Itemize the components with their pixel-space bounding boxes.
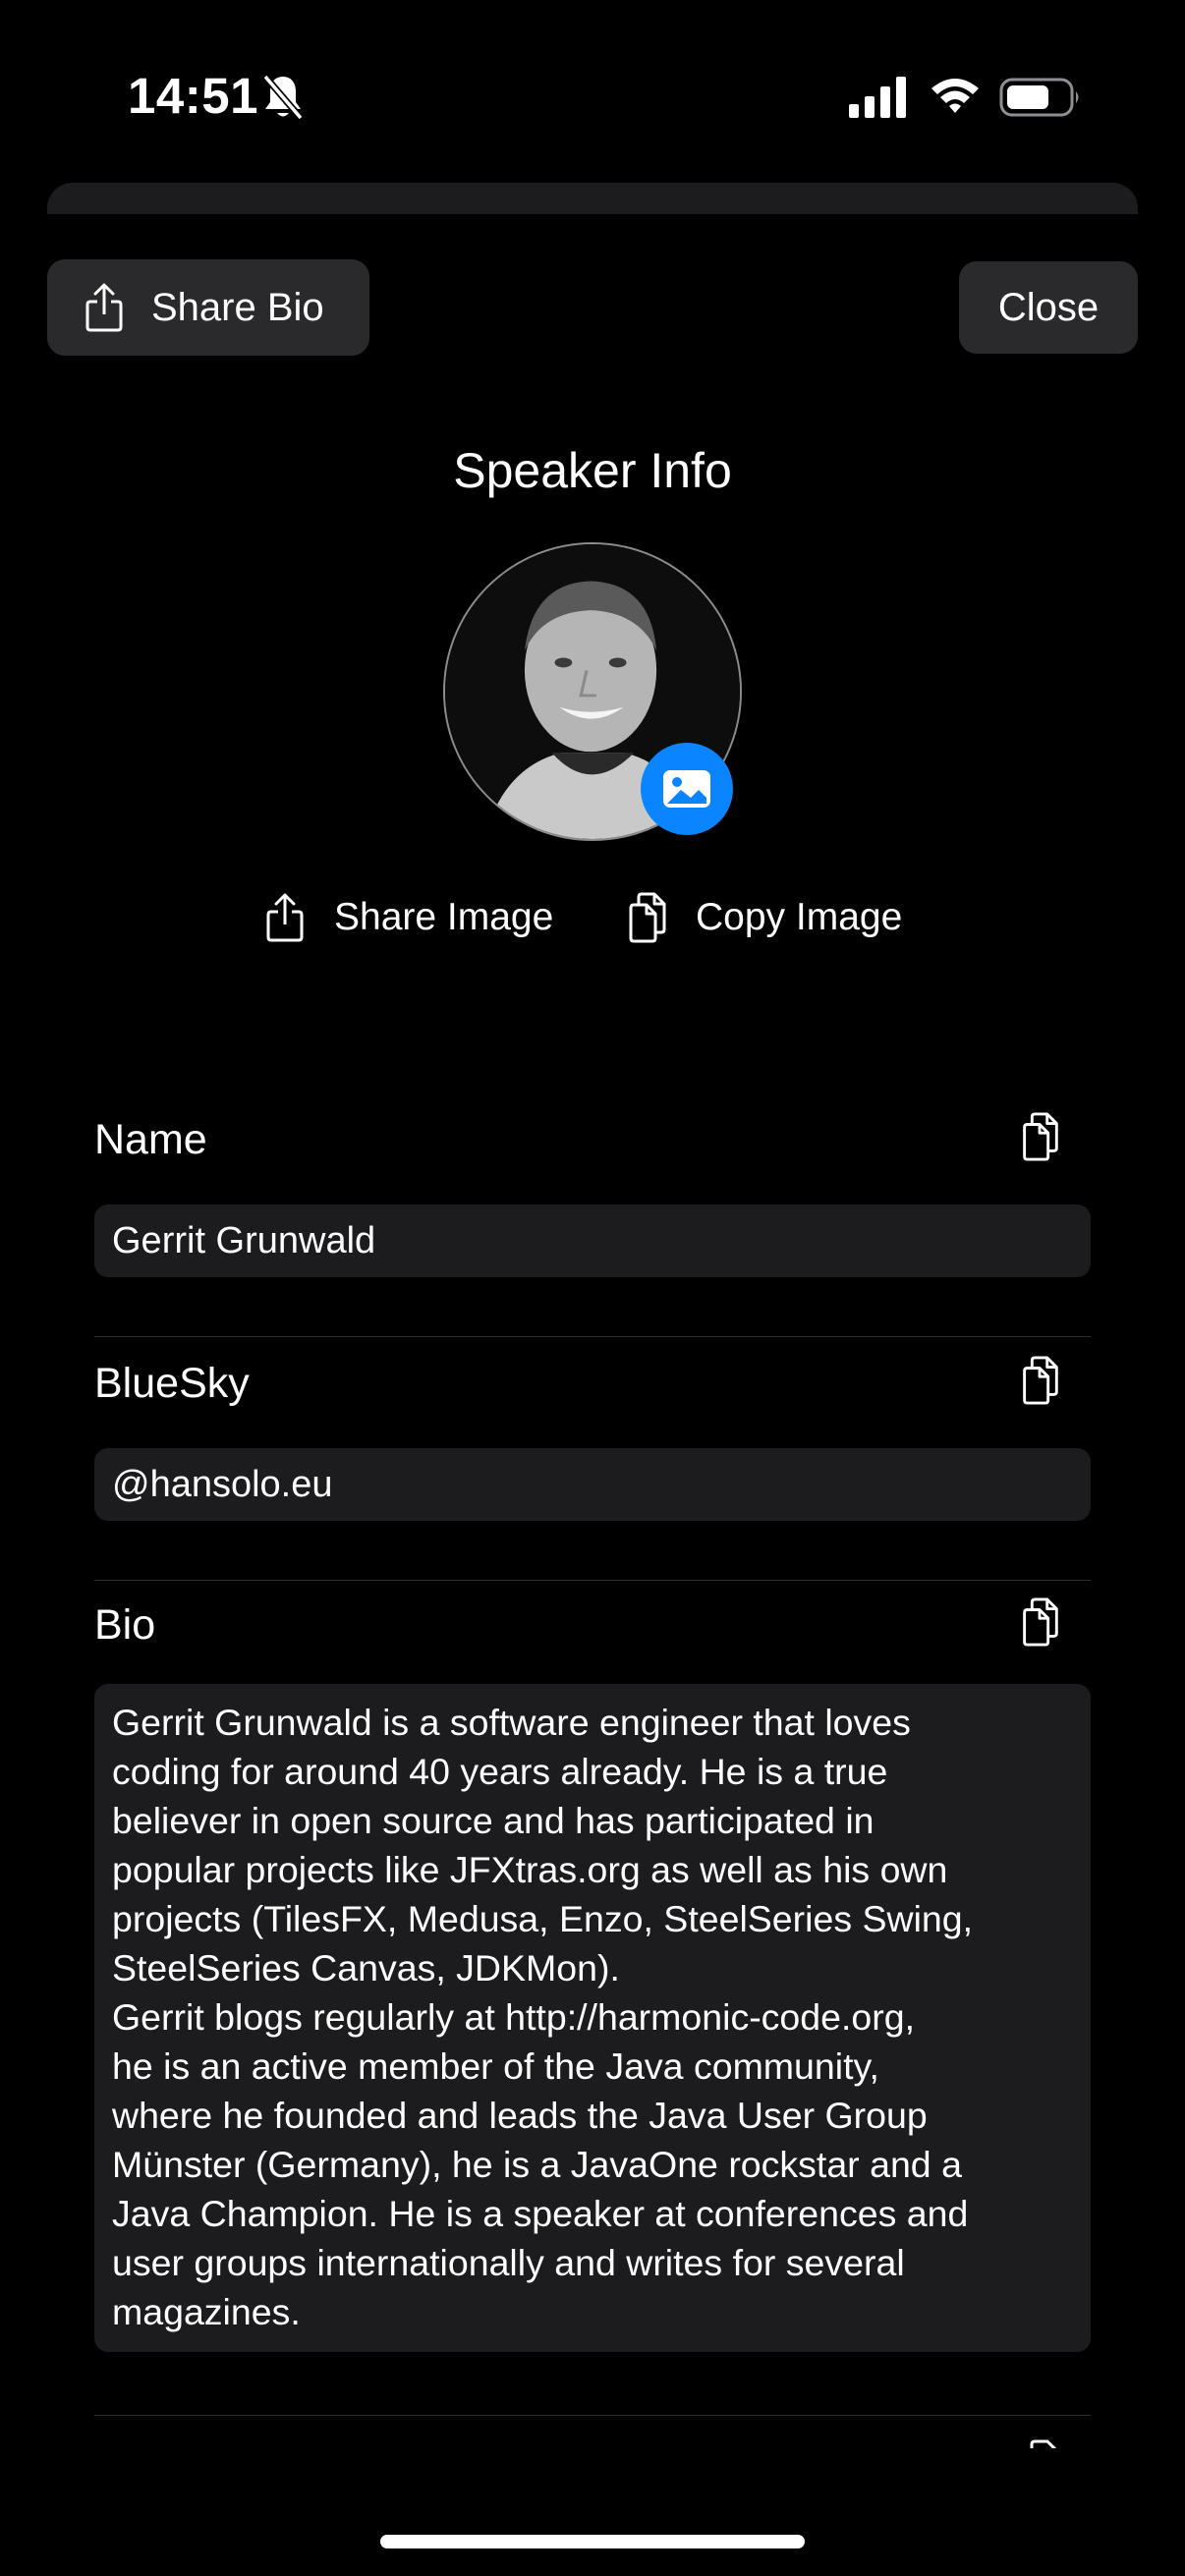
- name-label: Name: [94, 1116, 207, 1163]
- share-image-button[interactable]: Share Image: [265, 892, 553, 943]
- bluesky-input[interactable]: @hansolo.eu: [94, 1448, 1091, 1521]
- name-input[interactable]: Gerrit Grunwald: [94, 1204, 1091, 1277]
- copy-icon[interactable]: [1020, 1597, 1059, 1647]
- page-title: Speaker Info: [453, 443, 732, 498]
- copy-image-button[interactable]: Copy Image: [627, 892, 902, 943]
- divider: [94, 1580, 1091, 1581]
- bio-label: Bio: [94, 1601, 156, 1649]
- divider: [94, 1336, 1091, 1337]
- status-bar: 14:51: [0, 0, 1185, 187]
- bio-textarea[interactable]: Gerrit Grunwald is a software engineer t…: [94, 1684, 1091, 2352]
- copy-icon[interactable]: [1020, 1356, 1059, 1405]
- image-actions: Share Image Copy Image: [0, 892, 1185, 951]
- battery-icon: [999, 78, 1079, 117]
- home-indicator[interactable]: [380, 2535, 805, 2548]
- copy-image-label: Copy Image: [696, 896, 903, 938]
- share-icon: [266, 893, 304, 942]
- background-sheet: [47, 183, 1138, 214]
- copy-icon: [1030, 2439, 1057, 2448]
- photo-icon: [663, 770, 710, 808]
- next-field-clipped: [94, 2438, 1091, 2448]
- change-photo-button[interactable]: [641, 743, 733, 835]
- cellular-signal-icon: [849, 77, 906, 118]
- share-icon: [85, 283, 123, 332]
- copy-icon: [629, 892, 666, 943]
- divider: [94, 2415, 1091, 2416]
- close-button[interactable]: Close: [959, 261, 1138, 354]
- status-time: 14:51: [128, 68, 258, 124]
- share-bio-label: Share Bio: [151, 285, 324, 329]
- bluesky-label: BlueSky: [94, 1360, 250, 1407]
- copy-icon[interactable]: [1020, 1112, 1059, 1161]
- wifi-icon: [931, 79, 979, 113]
- share-bio-button[interactable]: Share Bio: [47, 259, 369, 356]
- share-image-label: Share Image: [334, 896, 554, 938]
- bell-slash-icon: [262, 74, 304, 121]
